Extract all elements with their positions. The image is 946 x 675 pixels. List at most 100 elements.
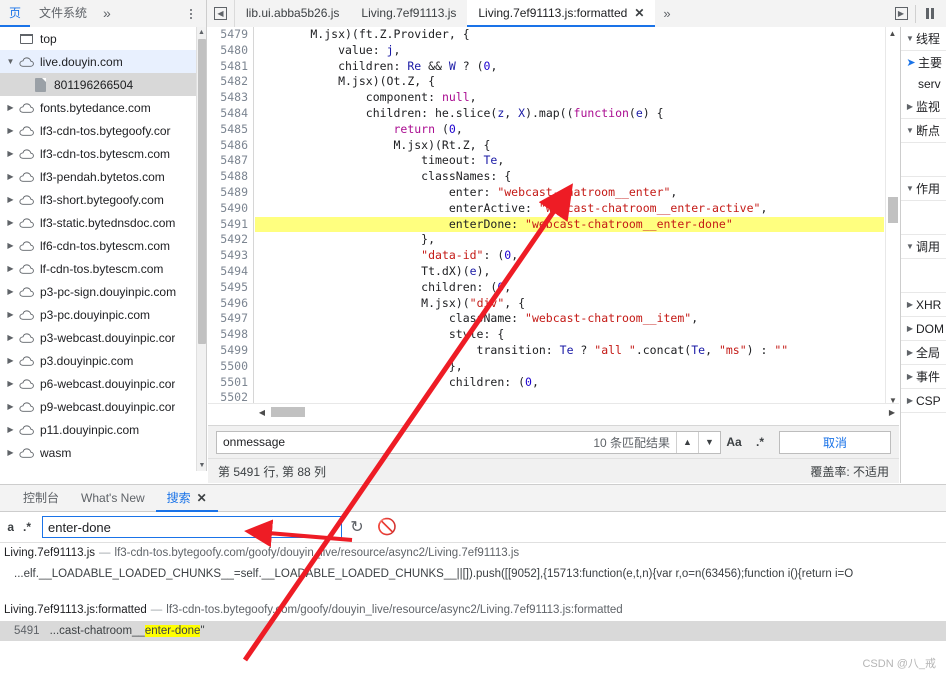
- drawer-tab-console[interactable]: 控制台: [12, 485, 70, 512]
- nav-tab-filesystem[interactable]: 文件系统: [30, 0, 96, 27]
- debug-section-13[interactable]: ▶ 事件: [901, 365, 946, 389]
- navigator-item-3[interactable]: ▶ fonts.bytedance.com: [0, 96, 206, 119]
- find-prev-icon[interactable]: ▲: [676, 431, 698, 453]
- code-line[interactable]: "data-id": (0,: [255, 248, 884, 264]
- section-twisty-icon[interactable]: ▼: [904, 242, 916, 251]
- navigator-item-16[interactable]: ▶ p9-webcast.douyinpic.cor: [0, 395, 206, 418]
- editor-tab-living-js-formatted[interactable]: Living.7ef91113.js:formatted ✕: [467, 0, 656, 27]
- find-cancel-button[interactable]: 取消: [779, 430, 891, 454]
- code-lines[interactable]: M.jsx)(ft.Z.Provider, { value: j, childr…: [255, 27, 884, 407]
- line-number[interactable]: 5500: [208, 359, 253, 375]
- navigator-item-5[interactable]: ▶ lf3-cdn-tos.bytescm.com: [0, 142, 206, 165]
- match-case-button[interactable]: Aa: [721, 431, 747, 454]
- line-number[interactable]: 5495: [208, 280, 253, 296]
- source-code-editor[interactable]: 5479 5480 5481 5482 5483 5484 5485 5486 5487 5488…: [208, 27, 899, 423]
- line-number[interactable]: 5486: [208, 138, 253, 154]
- editor-tabs-more-icon[interactable]: »: [655, 0, 678, 27]
- debug-section-12[interactable]: ▶ 全局: [901, 341, 946, 365]
- line-number[interactable]: 5480: [208, 43, 253, 59]
- code-line[interactable]: className: "webcast-chatroom__item",: [255, 311, 884, 327]
- navigator-item-18[interactable]: ▶ wasm: [0, 441, 206, 464]
- editor-tab-lib-ui[interactable]: lib.ui.abba5b26.js: [235, 0, 350, 27]
- line-number[interactable]: 5488: [208, 169, 253, 185]
- tree-twisty-icon[interactable]: ▶: [4, 126, 17, 135]
- line-number[interactable]: 5496: [208, 296, 253, 312]
- code-line-highlighted[interactable]: enterDone: "webcast-chatroom__enter-done…: [255, 216, 884, 233]
- scroll-up-icon[interactable]: ▲: [886, 27, 899, 40]
- tree-twisty-icon[interactable]: ▶: [4, 402, 17, 411]
- code-line[interactable]: return (0,: [255, 122, 884, 138]
- search-regex-button[interactable]: .*: [14, 512, 40, 543]
- debugger-sidebar[interactable]: ▼ 线程 ➤ 主要 serv ▶ 监视 ▼ 断点 ▼ 作用 ▼ 调用 ▶ XHR ▶ DOM ▶ 全局 ▶ 事件 ▶ CSP: [900, 27, 946, 483]
- navigator-item-0[interactable]: top: [0, 27, 206, 50]
- search-input[interactable]: [43, 517, 341, 537]
- line-number[interactable]: 5493: [208, 248, 253, 264]
- search-result-file[interactable]: Living.7ef91113.js — lf3-cdn-tos.bytegoofy…: [0, 543, 946, 564]
- section-twisty-icon[interactable]: ▶: [904, 102, 916, 111]
- navigator-item-17[interactable]: ▶ p11.douyinpic.com: [0, 418, 206, 441]
- code-line[interactable]: children: (0,: [255, 375, 884, 391]
- code-line[interactable]: M.jsx)(Ot.Z, {: [255, 74, 884, 90]
- scrollbar-thumb[interactable]: [271, 407, 305, 417]
- search-results-list[interactable]: Living.7ef91113.js — lf3-cdn-tos.bytegoofy…: [0, 543, 946, 675]
- search-result-file[interactable]: Living.7ef91113.js:formatted — lf3-cdn-tos…: [0, 600, 946, 621]
- tree-twisty-icon[interactable]: ▶: [4, 264, 17, 273]
- tree-twisty-icon[interactable]: ▶: [4, 195, 17, 204]
- find-next-icon[interactable]: ▼: [698, 431, 720, 453]
- line-number[interactable]: 5498: [208, 327, 253, 343]
- tree-twisty-icon[interactable]: ▶: [4, 172, 17, 181]
- code-line[interactable]: M.jsx)(Rt.Z, {: [255, 138, 884, 154]
- line-number[interactable]: 5494: [208, 264, 253, 280]
- navigator-item-9[interactable]: ▶ lf6-cdn-tos.bytescm.com: [0, 234, 206, 257]
- section-twisty-icon[interactable]: ▶: [904, 348, 916, 357]
- search-result-match[interactable]: ...elf.__LOADABLE_LOADED_CHUNKS__=self._…: [0, 564, 946, 584]
- section-twisty-icon[interactable]: ▼: [904, 34, 916, 43]
- debug-thread-row[interactable]: ➤ 主要: [901, 51, 946, 73]
- line-number[interactable]: 5479: [208, 27, 253, 43]
- line-number[interactable]: 5482: [208, 74, 253, 90]
- line-number[interactable]: 5490: [208, 201, 253, 217]
- regex-button[interactable]: .*: [747, 431, 773, 454]
- debug-section-6[interactable]: ▼ 作用: [901, 177, 946, 201]
- editor-horizontal-scrollbar[interactable]: ◀ ▶: [208, 403, 899, 419]
- code-line[interactable]: children: he.slice(z, X).map((function(e…: [255, 106, 884, 122]
- code-line[interactable]: classNames: {: [255, 169, 884, 185]
- section-twisty-icon[interactable]: ▼: [904, 184, 916, 193]
- code-line[interactable]: style: {: [255, 327, 884, 343]
- clear-icon[interactable]: 🚫: [372, 512, 402, 543]
- pause-script-button[interactable]: [916, 0, 944, 27]
- debug-section-10[interactable]: ▶ XHR: [901, 293, 946, 317]
- line-number[interactable]: 5489: [208, 185, 253, 201]
- line-number[interactable]: 5501: [208, 375, 253, 391]
- kebab-menu-icon[interactable]: [184, 4, 198, 23]
- navigator-scrollbar[interactable]: ▲ ▼: [196, 27, 206, 471]
- code-line[interactable]: component: null,: [255, 90, 884, 106]
- code-line[interactable]: enter: "webcast-chatroom__enter",: [255, 185, 884, 201]
- close-icon[interactable]: ✕: [634, 0, 644, 27]
- nav-tabs-more-icon[interactable]: »: [96, 0, 118, 27]
- navigator-item-10[interactable]: ▶ lf-cdn-tos.bytescm.com: [0, 257, 206, 280]
- code-line[interactable]: transition: Te ? "all ".concat(Te, "ms")…: [255, 343, 884, 359]
- debug-worker-row[interactable]: serv: [901, 73, 946, 95]
- scroll-left-icon[interactable]: ◀: [255, 404, 269, 420]
- line-number[interactable]: 5491: [208, 217, 253, 233]
- debug-sidebar-scrollbar-thumb[interactable]: [900, 262, 901, 292]
- code-line[interactable]: },: [255, 359, 884, 375]
- code-line[interactable]: value: j,: [255, 43, 884, 59]
- line-number[interactable]: 5483: [208, 90, 253, 106]
- scrollbar-thumb[interactable]: [198, 39, 206, 344]
- refresh-icon[interactable]: ↻: [342, 512, 372, 543]
- navigator-item-14[interactable]: ▶ p3.douyinpic.com: [0, 349, 206, 372]
- tree-twisty-icon[interactable]: ▶: [4, 241, 17, 250]
- close-icon[interactable]: ✕: [197, 485, 207, 512]
- tree-twisty-icon[interactable]: ▶: [4, 287, 17, 296]
- line-number[interactable]: 5499: [208, 343, 253, 359]
- section-twisty-icon[interactable]: ▶: [904, 396, 916, 405]
- debug-section-14[interactable]: ▶ CSP: [901, 389, 946, 413]
- nav-tab-page[interactable]: 页: [0, 0, 31, 27]
- navigator-item-6[interactable]: ▶ lf3-pendah.bytetos.com: [0, 165, 206, 188]
- tree-twisty-icon[interactable]: ▶: [4, 448, 17, 457]
- debug-section-4[interactable]: ▼ 断点: [901, 119, 946, 143]
- navigator-item-8[interactable]: ▶ lf3-static.bytednsdoc.com: [0, 211, 206, 234]
- navigator-item-13[interactable]: ▶ p3-webcast.douyinpic.cor: [0, 326, 206, 349]
